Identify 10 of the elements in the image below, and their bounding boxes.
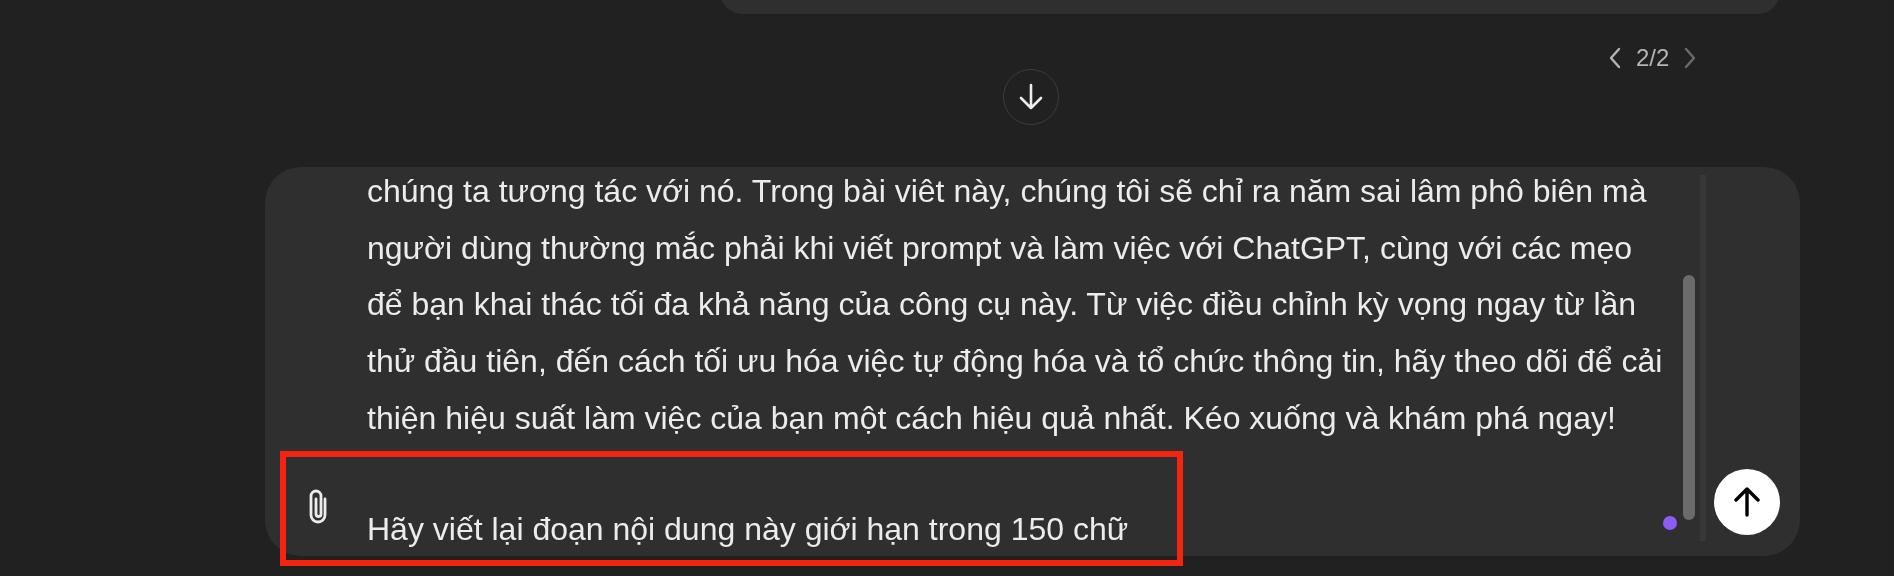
chevron-right-icon[interactable]: [1683, 47, 1698, 69]
page-counter: 2/2: [1636, 44, 1670, 72]
status-dot: [1663, 516, 1677, 530]
scrollbar-thumb[interactable]: [1683, 275, 1695, 520]
arrow-down-icon: [1018, 82, 1044, 112]
scroll-down-button[interactable]: [1003, 69, 1059, 125]
arrow-up-icon: [1732, 486, 1762, 518]
message-input[interactable]: Hãy viết lại đoạn nội dung này giới hạn trong 150 chữ: [367, 509, 1207, 549]
composer-text: chúng ta tương tác với nó. Trong bài viêt này, chúng tôi sẽ chỉ ra năm sai lâm phô biên mà người dùng thường mắc phải khi viết prompt và làm việc với ChatGPT, cùng với các mẹo để bạn khai thác tối đa khả năng của công cụ này. Từ việc điều chỉnh kỳ vọng ngay từ lần thử đầu tiên, đến cách tối ưu hóa việc tự động hóa và tổ chức thông tin, hãy theo dõi để cải thiện hiệu suất làm việc của bạn một cách hiệu quả nhất. Kéo xuống và khám phá ngay!: [367, 172, 1664, 438]
chevron-left-icon[interactable]: [1608, 47, 1622, 69]
